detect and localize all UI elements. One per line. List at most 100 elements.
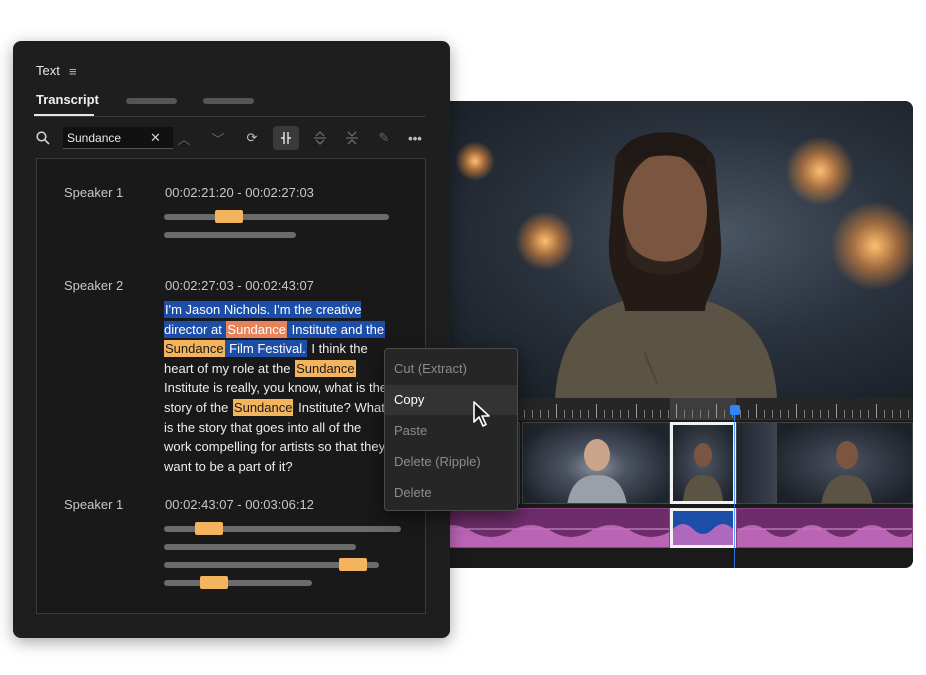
transcript-toolbar: ✕ ︿ ﹀ ⟳ ✎ ••• [13,123,450,153]
ruler-tick [580,410,581,418]
ruler-selection-range [670,398,736,420]
refresh-icon[interactable]: ⟳ [239,126,265,150]
tab-transcript[interactable]: Transcript [36,92,99,107]
background-lamp [785,136,855,206]
pencil-icon[interactable]: ✎ [371,126,397,150]
ruler-tick [564,410,565,418]
interviewee-figure [555,132,777,398]
ruler-tick [764,410,765,418]
ruler-tick [740,410,741,418]
collapsed-text-line [164,232,296,238]
panel-title: Text [36,63,60,78]
search-match-marker [195,522,223,535]
ruler-tick [588,410,589,418]
search-match-marker [215,210,243,223]
ruler-tick [644,410,645,418]
ruler-tick [604,410,605,418]
tab-placeholder[interactable] [126,98,177,104]
transcript-paragraph[interactable]: I'm Jason Nichols. I'm the creative dire… [164,300,389,476]
ruler-tick [676,404,677,418]
collapsed-text-line [164,544,356,550]
ruler-tick [804,410,805,418]
hamburger-icon[interactable]: ≡ [69,64,77,79]
ruler-tick [780,410,781,418]
audio-track[interactable] [430,508,913,548]
transcript-list[interactable]: Speaker 1 00:02:21:20 - 00:02:27:03 Spea… [36,158,426,614]
audio-waveform [431,525,669,547]
search-icon [36,131,50,145]
tab-placeholder[interactable] [203,98,254,104]
ruler-tick [860,410,861,418]
video-clip[interactable] [736,422,776,504]
ruler-tick [596,404,597,418]
context-menu: Cut (Extract) Copy Paste Delete (Ripple)… [384,348,518,511]
more-icon[interactable]: ••• [402,126,428,150]
playhead-handle[interactable] [730,405,740,415]
chevron-up-icon[interactable]: ︿ [171,126,197,150]
ruler-tick [716,404,717,418]
search-match[interactable]: Sundance [232,398,294,416]
menu-item-delete-ripple[interactable]: Delete (Ripple) [385,447,517,477]
menu-item-paste[interactable]: Paste [385,416,517,446]
ruler-tick [812,410,813,418]
search-match-marker [200,576,228,589]
background-lamp [830,201,913,291]
ruler-tick [828,410,829,418]
split-icon[interactable] [273,126,299,150]
ruler-tick [628,410,629,418]
chevron-down-icon[interactable]: ﹀ [205,126,231,150]
audio-waveform [673,524,733,545]
ruler-tick [620,410,621,418]
segment-timecode[interactable]: 00:02:43:07 - 00:03:06:12 [165,497,314,512]
menu-item-cut-extract[interactable]: Cut (Extract) [385,354,517,384]
ruler-tick [868,410,869,418]
audio-clip[interactable] [736,508,913,548]
search-match-selected[interactable]: Sundance [226,320,287,338]
ruler-tick [532,410,533,418]
ruler-tick [756,404,757,418]
ruler-tick [892,410,893,418]
segment-timecode[interactable]: 00:02:27:03 - 00:02:43:07 [165,278,314,293]
ruler-tick [548,410,549,418]
selected-text[interactable]: Institute and the [286,320,386,338]
ruler-tick [844,410,845,418]
ruler-tick [540,410,541,418]
close-icon[interactable]: ✕ [150,130,161,146]
background-lamp [455,141,495,181]
video-clip[interactable] [776,422,913,504]
ruler-tick [612,410,613,418]
text-panel: Text ≡ Transcript ✕ ︿ ﹀ ⟳ ✎ ••• Speaker … [13,41,450,638]
ruler-tick [884,410,885,418]
ruler-tick [836,404,837,418]
video-clip-selected[interactable] [670,422,736,504]
ruler-tick [772,410,773,418]
ruler-tick [668,410,669,418]
audio-clip[interactable] [430,508,670,548]
ruler-tick [684,410,685,418]
search-match-marker [339,558,367,571]
segment-timecode[interactable]: 00:02:21:20 - 00:02:27:03 [165,185,314,200]
menu-item-copy[interactable]: Copy [385,385,517,415]
audio-clip-selected[interactable] [670,508,736,548]
ruler-tick [724,410,725,418]
ruler-tick [660,410,661,418]
collapse-icon[interactable] [339,126,365,150]
expand-icon[interactable] [307,126,333,150]
ruler-tick [900,410,901,418]
audio-waveform [737,525,912,547]
search-match[interactable]: Sundance [295,359,356,377]
video-clip[interactable] [522,422,670,504]
speaker-label: Speaker 2 [64,278,124,293]
ruler-tick [652,410,653,418]
search-match[interactable]: Sundance [164,340,225,358]
speaker-label: Speaker 1 [64,185,124,200]
ruler-tick [908,410,909,418]
selected-text[interactable]: Film Festival. [224,340,307,358]
ruler-tick [748,410,749,418]
ruler-tick [788,410,789,418]
speaker-label: Speaker 1 [64,497,124,512]
menu-item-delete[interactable]: Delete [385,478,517,508]
ruler-tick [572,410,573,418]
ruler-tick [524,410,525,418]
collapsed-text-line [164,214,389,220]
